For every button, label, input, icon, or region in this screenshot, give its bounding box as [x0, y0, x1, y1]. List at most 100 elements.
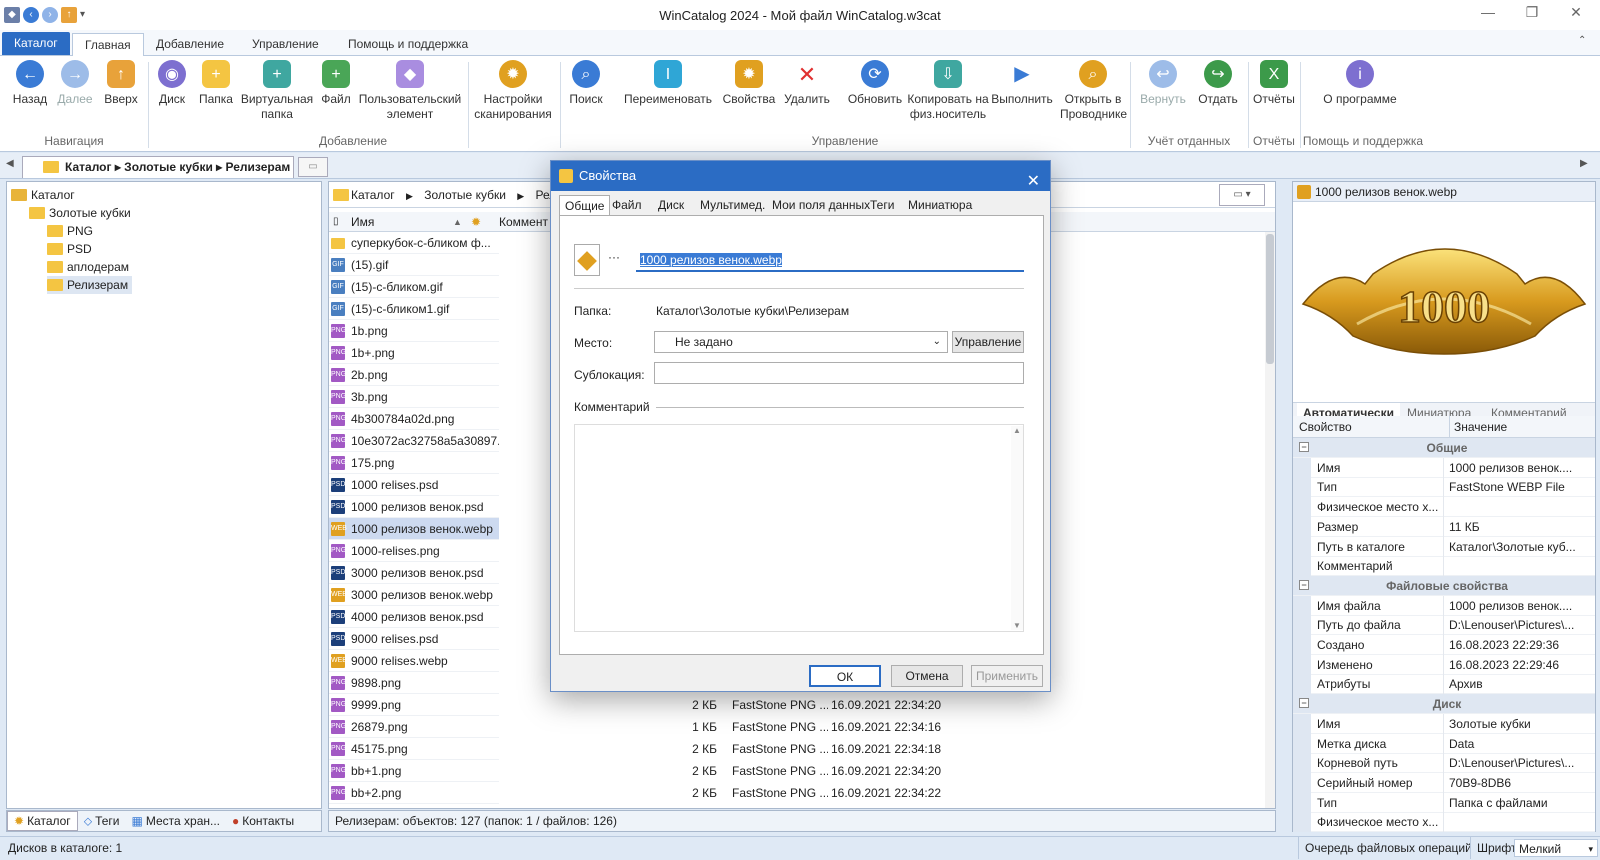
- close-dialog-icon[interactable]: ✕: [1027, 167, 1040, 197]
- scrollbar-thumb[interactable]: [1266, 234, 1274, 364]
- tab-catalog[interactable]: Каталог: [2, 32, 70, 55]
- table-row[interactable]: PNG bb+1.png 2 КБ FastStone PNG ... 16.09.20…: [329, 760, 1259, 782]
- tree-node-uploaders[interactable]: аплодерам: [47, 258, 133, 276]
- collapse-icon[interactable]: −: [1299, 579, 1309, 590]
- close-window-icon[interactable]: ✕: [1558, 4, 1594, 21]
- tab-file[interactable]: Файл: [607, 195, 647, 215]
- view-mode-dropdown[interactable]: ▭ ▾: [1219, 184, 1265, 206]
- place-select[interactable]: Не задано ⌄: [654, 331, 948, 353]
- execute-button[interactable]: ▶ Выполнить: [990, 60, 1054, 107]
- open-in-explorer-button[interactable]: ⌕ Открыть в Проводнике: [1060, 60, 1127, 122]
- about-button[interactable]: iО программе: [1322, 60, 1398, 107]
- tab-locations[interactable]: ▦ Места хран...: [126, 811, 227, 831]
- return-button[interactable]: ↩ Вернуть: [1136, 60, 1190, 107]
- property-group[interactable]: − Общие: [1293, 438, 1595, 458]
- forward-button[interactable]: → Далее: [52, 60, 98, 107]
- reports-button[interactable]: X Отчёты: [1252, 60, 1296, 107]
- maximize-icon[interactable]: ❐: [1514, 4, 1550, 21]
- property-row[interactable]: Метка диска Data: [1293, 733, 1595, 754]
- collapse-icon[interactable]: −: [1299, 442, 1309, 452]
- property-row[interactable]: Тип FastStone WEBP File: [1293, 477, 1595, 498]
- property-row[interactable]: Размер 11 КБ: [1293, 516, 1595, 537]
- property-group[interactable]: − Диск: [1293, 694, 1595, 715]
- column-comment[interactable]: Коммент: [499, 212, 548, 232]
- name-field[interactable]: 1000 релизов венок.webp: [636, 250, 1024, 272]
- properties-button[interactable]: ✹ Свойства: [720, 60, 778, 107]
- column-value[interactable]: Значение: [1449, 416, 1507, 438]
- property-row[interactable]: Тип Папка с файлами: [1293, 792, 1595, 813]
- tab-disk[interactable]: Диск: [653, 195, 689, 215]
- column-name[interactable]: Имя: [351, 212, 374, 232]
- catalog-path-tab[interactable]: Каталог ▸ Золотые кубки ▸ Релизерам: [22, 156, 294, 178]
- property-row[interactable]: Путь до файла D:\Lenouser\Pictures\...: [1293, 615, 1595, 636]
- tree-node-psd[interactable]: PSD: [47, 240, 96, 258]
- tab-multimedia[interactable]: Мультимед.: [695, 195, 770, 215]
- property-row[interactable]: Корневой путь D:\Lenouser\Pictures\...: [1293, 753, 1595, 774]
- scroll-left-icon[interactable]: ◀: [6, 158, 14, 169]
- tab-add[interactable]: Добавление: [144, 33, 236, 56]
- minimize-icon[interactable]: —: [1470, 4, 1506, 20]
- delete-button[interactable]: ✕ Удалить: [784, 60, 830, 107]
- back-button[interactable]: ← Назад: [8, 60, 52, 107]
- apply-button[interactable]: Применить: [971, 665, 1043, 687]
- table-row[interactable]: PNG 45175.png 2 КБ FastStone PNG ... 16.09.2…: [329, 738, 1259, 760]
- property-row[interactable]: Комментарий: [1293, 556, 1595, 577]
- tree-node-png[interactable]: PNG: [47, 222, 97, 240]
- table-row[interactable]: PNG bb+2.png 2 КБ FastStone PNG ... 16.09.20…: [329, 782, 1259, 804]
- tab-my-fields[interactable]: Мои поля данных: [767, 195, 875, 215]
- new-tab-icon[interactable]: ▭: [298, 157, 328, 177]
- rename-button[interactable]: I Переименовать: [620, 60, 716, 107]
- tab-manage[interactable]: Управление: [240, 33, 331, 56]
- list-scrollbar[interactable]: [1265, 232, 1275, 808]
- add-folder-button[interactable]: + Папка: [196, 60, 236, 107]
- sublocation-input[interactable]: [654, 362, 1024, 384]
- add-file-button[interactable]: + Файл: [318, 60, 354, 107]
- property-row[interactable]: Создано 16.08.2023 22:29:36: [1293, 635, 1595, 655]
- property-row[interactable]: Физическое место х...: [1293, 812, 1595, 833]
- tree-node-golden-cups[interactable]: Золотые кубки: [29, 204, 135, 222]
- file-queue-button[interactable]: Очередь файловых операций: [1298, 837, 1472, 859]
- scroll-right-icon[interactable]: ▶: [1580, 158, 1588, 169]
- property-row[interactable]: Имя Золотые кубки: [1293, 713, 1595, 734]
- ok-button[interactable]: ОК: [809, 665, 881, 687]
- property-group[interactable]: − Файловые свойства: [1293, 575, 1595, 596]
- manage-places-button[interactable]: Управление: [952, 331, 1024, 353]
- tab-general[interactable]: Общие: [559, 195, 611, 215]
- tab-contacts[interactable]: ● Контакты: [226, 811, 300, 831]
- tab-home[interactable]: Главная: [72, 33, 144, 56]
- property-row[interactable]: Изменено 16.08.2023 22:29:46: [1293, 654, 1595, 675]
- property-row[interactable]: Серийный номер 70B9-8DB6: [1293, 772, 1595, 793]
- comment-scrollbar[interactable]: ▲ ▼: [1011, 426, 1023, 630]
- collapse-icon[interactable]: −: [1299, 698, 1309, 709]
- property-row[interactable]: Имя файла 1000 релизов венок....: [1293, 595, 1595, 616]
- property-row[interactable]: Имя 1000 релизов венок....: [1293, 457, 1595, 478]
- copy-to-media-button[interactable]: ⇩ Копировать на физ.носитель: [906, 60, 990, 122]
- search-button[interactable]: ⌕ Поиск: [566, 60, 606, 107]
- font-size-select[interactable]: Мелкий ▾: [1514, 839, 1598, 857]
- collapse-ribbon-icon[interactable]: ⌃: [1578, 35, 1586, 46]
- column-property[interactable]: Свойство: [1299, 416, 1352, 438]
- add-disk-button[interactable]: ◉ Диск: [152, 60, 192, 107]
- tab-tags[interactable]: ⬦ Теги: [78, 811, 126, 831]
- property-row[interactable]: Атрибуты Архив: [1293, 674, 1595, 695]
- add-virtual-folder-button[interactable]: + Виртуальная папка: [240, 60, 314, 122]
- cancel-button[interactable]: Отмена: [891, 665, 963, 687]
- tab-help[interactable]: Помощь и поддержка: [336, 33, 480, 56]
- scan-settings-button[interactable]: ✹ Настройки сканирования: [470, 60, 556, 122]
- up-button[interactable]: ↑ Вверх: [98, 60, 144, 107]
- table-row[interactable]: PNG 9999.png 2 КБ FastStone PNG ... 16.09.20…: [329, 694, 1259, 716]
- column-settings-icon[interactable]: ✹: [471, 212, 481, 232]
- tab-tags[interactable]: Теги: [865, 195, 899, 215]
- property-row[interactable]: Физическое место х...: [1293, 497, 1595, 518]
- add-custom-element-button[interactable]: ◆ Пользовательский элемент: [356, 60, 464, 122]
- property-row[interactable]: Путь в каталоге Каталог\Золотые куб...: [1293, 536, 1595, 557]
- tab-thumbnail[interactable]: Миниатюра: [903, 195, 977, 215]
- scroll-down-icon[interactable]: ▼: [1011, 621, 1023, 630]
- table-row[interactable]: PNG 26879.png 1 КБ FastStone PNG ... 16.09.2…: [329, 716, 1259, 738]
- icon-menu-button[interactable]: ···: [608, 250, 620, 264]
- tree-node-catalog[interactable]: Каталог: [11, 186, 79, 204]
- tab-catalog-tree[interactable]: ✹ Каталог: [7, 811, 78, 831]
- tree-node-releasers[interactable]: Релизерам: [47, 276, 133, 294]
- lend-button[interactable]: ↪ Отдать: [1192, 60, 1244, 107]
- refresh-button[interactable]: ⟳ Обновить: [846, 60, 904, 107]
